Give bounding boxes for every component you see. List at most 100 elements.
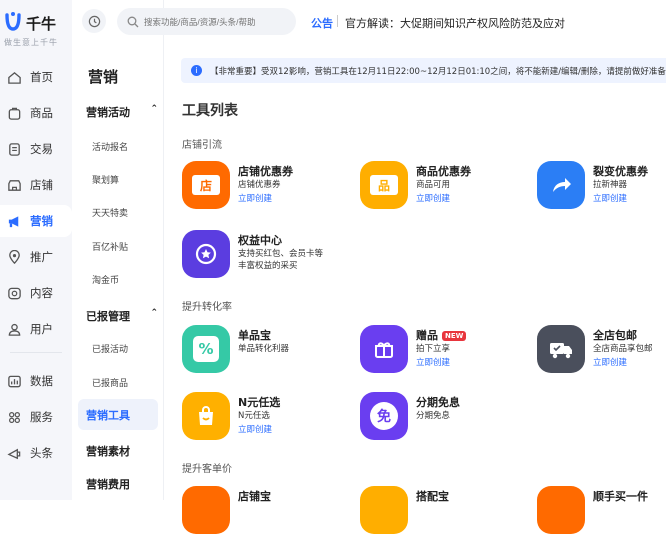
subnav-item-marketing-tools[interactable]: 营销工具 [78, 399, 158, 430]
subnav-item[interactable]: 百亿补贴 [92, 240, 128, 253]
tool-card[interactable]: 品商品优惠券商品可用立即创建 [360, 161, 520, 219]
info-icon: i [191, 65, 202, 76]
subnav-item[interactable]: 天天特卖 [92, 206, 128, 219]
section-title: 提升客单价 [182, 464, 232, 475]
tool-card[interactable]: 店店铺优惠券 店铺优惠券 立即创建 [182, 161, 342, 219]
subnav-group-activities[interactable]: 营销活动 ⌃ [86, 104, 158, 120]
tool-card[interactable]: % 单品宝 单品转化利器 [182, 325, 342, 383]
tool-name: 裂变优惠券 [593, 165, 648, 178]
tool-card[interactable]: 顺手买一件 [537, 486, 666, 544]
rail-item-label: 内容 [30, 286, 53, 300]
tool-name: 顺手买一件 [593, 490, 648, 503]
rail-item-label: 交易 [30, 142, 53, 156]
tool-card[interactable]: 赠品 NEW 拍下立享立即创建 [360, 325, 520, 383]
banner-text: 【非常重要】受双12影响，营销工具在12月11日22:00~12月12日01:1… [210, 66, 666, 77]
rail-item-10[interactable]: 头条 [0, 437, 72, 469]
rail-item-label: 头条 [30, 446, 53, 460]
content-icon [6, 285, 22, 301]
tool-desc: 拉新神器 [593, 180, 628, 190]
goods-coupon-icon: 品 [360, 161, 408, 209]
section-title: 店铺引流 [182, 140, 222, 151]
data-icon [6, 373, 22, 389]
tool-name: 分期免息 [416, 396, 460, 409]
create-now-link[interactable]: 立即创建 [238, 423, 272, 435]
user-icon [6, 321, 22, 337]
goods-icon [6, 105, 22, 121]
rail-item-5[interactable]: 推广 [0, 241, 72, 273]
tool-desc: 全店商品享包邮 [593, 344, 653, 354]
brand-logo[interactable]: 千牛 [4, 11, 56, 34]
notice-divider [337, 15, 338, 27]
important-notice-banner: i 【非常重要】受双12影响，营销工具在12月11日22:00~12月12日01… [181, 58, 666, 83]
rail-item-7[interactable]: 用户 [0, 313, 72, 345]
search-input[interactable] [144, 16, 284, 27]
tool-card[interactable]: 裂变优惠券拉新神器立即创建 [537, 161, 666, 219]
megaphone-icon [6, 213, 22, 229]
tool-card[interactable]: 搭配宝 [360, 486, 520, 544]
tool-name: 搭配宝 [416, 490, 449, 503]
tool-card[interactable]: 店铺宝 [182, 486, 342, 544]
rail-item-label: 推广 [30, 250, 53, 264]
create-now-link[interactable]: 立即创建 [593, 356, 627, 368]
tool-name: 店铺宝 [238, 490, 271, 503]
subnav-item[interactable]: 营销费用 [86, 476, 158, 492]
tool-card[interactable]: 全店包邮全店商品享包邮 立即创建 [537, 325, 666, 383]
search-box[interactable] [117, 8, 296, 35]
subnav-item[interactable]: 已报活动 [92, 342, 128, 355]
tool-desc: 店铺优惠券 [238, 180, 281, 190]
history-button[interactable] [82, 9, 106, 33]
shop-coupon-icon: 店 [182, 161, 230, 209]
subnav-item[interactable]: 营销素材 [86, 443, 158, 459]
tool-desc: 拍下立享 [416, 344, 451, 354]
rail-item-0[interactable]: 首页 [0, 61, 72, 93]
create-now-link[interactable]: 立即创建 [593, 192, 627, 204]
tool-desc: 商品可用 [416, 180, 451, 190]
subnav-group-reported[interactable]: 已报管理 ⌃ [86, 308, 158, 324]
subnav-group-label: 已报管理 [86, 310, 130, 323]
subnav-item[interactable]: 活动报名 [92, 140, 128, 153]
shop-icon [6, 177, 22, 193]
service-icon [6, 409, 22, 425]
create-now-link[interactable]: 立即创建 [238, 192, 272, 204]
tools-title: 工具列表 [182, 103, 238, 119]
gift-icon [360, 325, 408, 373]
tool-name: 赠品 NEW [416, 327, 467, 343]
tool-desc: 支持买红包、会员卡等 丰富权益的采买 [238, 249, 324, 271]
subnav-group-label: 营销活动 [86, 106, 130, 119]
tool-name: N元任选 [238, 396, 281, 409]
rail-item-1[interactable]: 商品 [0, 97, 72, 129]
tool-card[interactable]: 权益中心 支持买红包、会员卡等 丰富权益的采买 [182, 230, 342, 288]
rail-item-8[interactable]: 数据 [0, 365, 72, 397]
rail-item-3[interactable]: 店铺 [0, 169, 72, 201]
chevron-up-icon: ⌃ [150, 308, 158, 318]
home-icon [6, 69, 22, 85]
notice-label[interactable]: 公告 [311, 15, 333, 31]
subnav-item[interactable]: 已报商品 [92, 376, 128, 389]
rail-item-4[interactable]: 营销 [0, 205, 72, 237]
subnav-item[interactable]: 聚划算 [92, 173, 119, 186]
tool-card[interactable]: N元任选 N元任选立即创建 [182, 392, 342, 450]
create-now-link[interactable]: 立即创建 [416, 356, 450, 368]
location-icon [6, 249, 22, 265]
search-icon [127, 16, 139, 27]
subnav-item[interactable]: 淘金币 [92, 273, 119, 286]
section-title: 提升转化率 [182, 302, 232, 313]
rail-item-2[interactable]: 交易 [0, 133, 72, 165]
share-arrow-icon [537, 161, 585, 209]
tool-name: 商品优惠券 [416, 165, 471, 178]
rail-item-9[interactable]: 服务 [0, 401, 72, 433]
truck-icon [537, 325, 585, 373]
star-badge-icon [182, 230, 230, 278]
tool-desc: N元任选 [238, 411, 270, 421]
tool-name: 全店包邮 [593, 329, 637, 342]
rail-item-6[interactable]: 内容 [0, 277, 72, 309]
shopping-bag-icon [182, 392, 230, 440]
tool-name: 店铺优惠券 [238, 165, 293, 178]
rail-item-label: 用户 [30, 322, 53, 336]
news-icon [6, 445, 22, 461]
shop-treasure-icon [182, 486, 230, 534]
create-now-link[interactable]: 立即创建 [416, 192, 450, 204]
notice-text[interactable]: 官方解读：大促期间知识产权风险防范及应对 [345, 15, 565, 31]
tool-card[interactable]: 免分期免息 分期免息 [360, 392, 520, 450]
new-badge: NEW [442, 331, 467, 341]
